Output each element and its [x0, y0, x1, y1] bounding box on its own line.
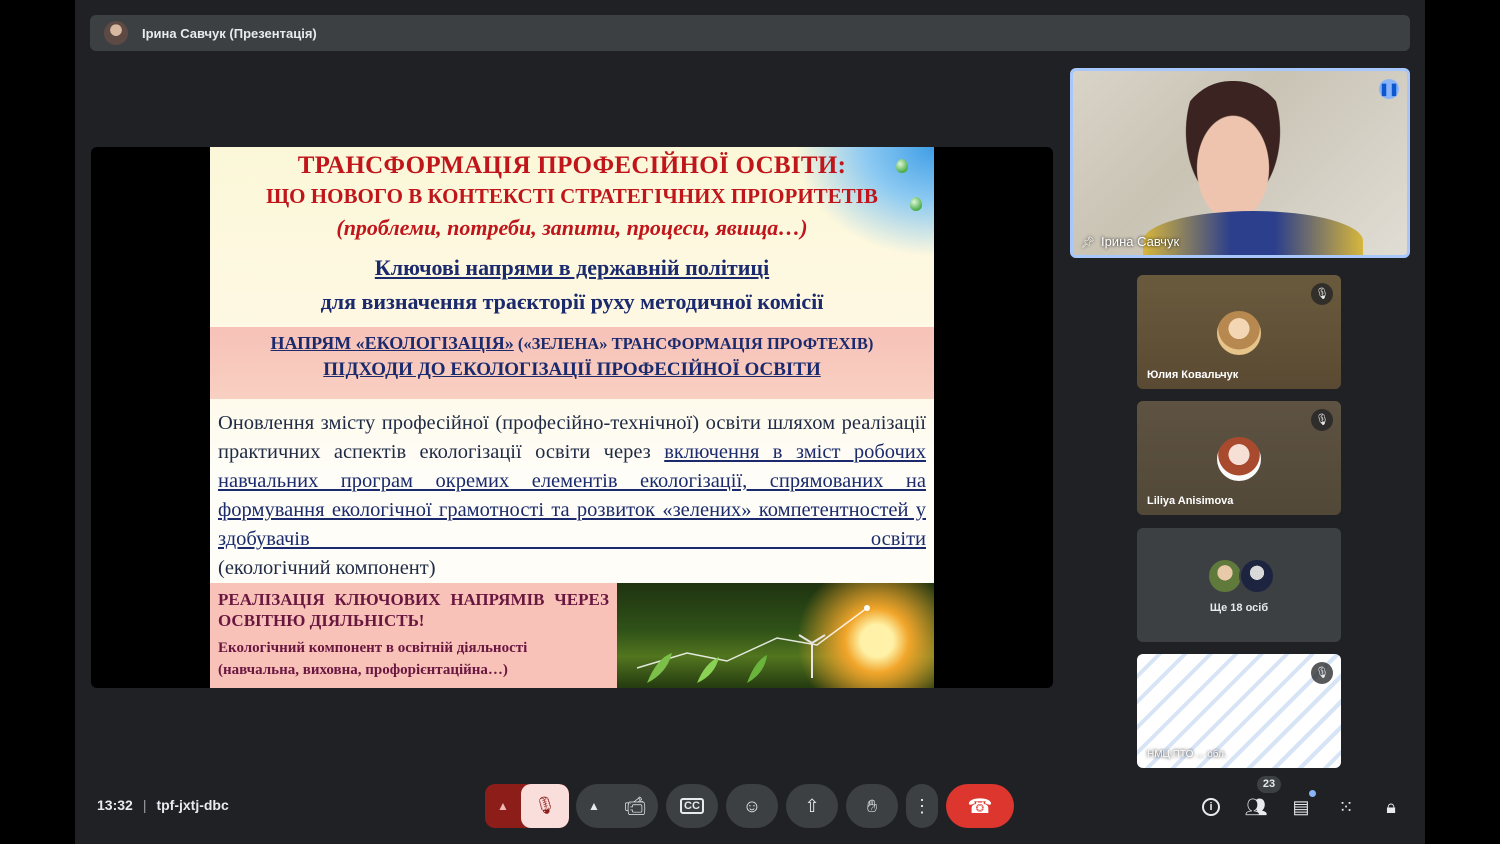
meeting-details-button[interactable]: i [1197, 793, 1225, 821]
slide-bottom-title: РЕАЛІЗАЦІЯ КЛЮЧОВИХ НАПРЯМІВ ЧЕРЕЗ ОСВІТ… [218, 590, 609, 630]
raise-hand-icon: ✋︎ [866, 795, 878, 816]
slide-body-tail: (екологічний компонент) [218, 557, 436, 579]
slide-band-line2: ПІДХОДИ ДО ЕКОЛОГІЗАЦІЇ ПРОФЕСІЙНОЇ ОСВІ… [323, 359, 821, 380]
camera-control: ▲ 📹︎ [576, 784, 658, 828]
participant-name: Юлия Ковальчук [1147, 369, 1239, 381]
leave-call-button[interactable]: ☎︎ [946, 784, 1014, 828]
raise-hand-button[interactable]: ✋︎ [846, 784, 898, 828]
people-button[interactable]: 👥︎ [1242, 793, 1270, 821]
audio-settings-chevron-icon[interactable]: ▲ [485, 784, 521, 828]
more-participants-avatars [1207, 558, 1277, 594]
participant-avatar [1217, 437, 1261, 481]
slide-subtitle: ЩО НОВОГО В КОНТЕКСТІ СТРАТЕГІЧНИХ ПРІОР… [266, 184, 878, 208]
slide-growth-image [617, 583, 934, 688]
meeting-code: tpf-jxtj-dbc [156, 797, 229, 813]
chat-icon: ▤ [1292, 796, 1310, 817]
info-icon: i [1202, 798, 1220, 816]
host-controls-icon: 🔒︎ [1386, 796, 1396, 817]
camera-icon: 📹︎ [623, 795, 647, 816]
present-icon: ⇧ [804, 795, 820, 816]
active-speaker-tile[interactable]: ❚❚ 📌︎ Ірина Савчук [1070, 68, 1410, 258]
slide-subtitle-italic: (проблеми, потреби, запити, процеси, яви… [336, 215, 808, 240]
mic-off-icon: 🎙︎ [1311, 283, 1333, 305]
participant-tile[interactable]: 🎙︎ Юлия Ковальчук [1137, 275, 1341, 389]
activities-icon: ⁙ [1338, 796, 1354, 817]
participant-avatar [1239, 558, 1275, 594]
more-participants-tile[interactable]: Ще 18 осіб [1137, 528, 1341, 642]
meet-stage: Ірина Савчук (Презентація) ТРАНСФОРМАЦІЯ… [75, 0, 1425, 844]
participant-tile[interactable]: 🎙︎ НМЦ ПТО ... обл. [1137, 654, 1341, 768]
host-controls-button[interactable]: 🔒︎ [1377, 793, 1405, 821]
growth-chart-graphic [636, 605, 870, 683]
presenter-avatar [104, 21, 128, 45]
slide-bottom-subtitle: Екологічний компонент в освітній діяльно… [218, 640, 528, 678]
slide-bottom-box: РЕАЛІЗАЦІЯ КЛЮЧОВИХ НАПРЯМІВ ЧЕРЕЗ ОСВІТ… [210, 583, 617, 688]
speaker-name-text: Ірина Савчук [1100, 234, 1180, 249]
end-call-icon: ☎︎ [967, 795, 993, 818]
activities-button[interactable]: ⁙ [1332, 793, 1360, 821]
slide: ТРАНСФОРМАЦІЯ ПРОФЕСІЙНОЇ ОСВІТИ: ЩО НОВ… [210, 147, 934, 688]
participant-tile[interactable]: 🎙︎ Liliya Anisimova [1137, 401, 1341, 515]
slide-band-line1: НАПРЯМ «ЕКОЛОГІЗАЦІЯ» («ЗЕЛЕНА» ТРАНСФОР… [210, 333, 934, 354]
microphone-control: ▲ 🎙︎ [485, 784, 569, 828]
slide-heading-2: для визначення траєкторії руху методично… [320, 289, 824, 314]
presenter-bar-title: Ірина Савчук (Презентація) [142, 25, 317, 41]
camera-toggle-button[interactable]: 📹︎ [612, 784, 658, 828]
captions-button[interactable]: CC [666, 784, 718, 828]
participant-name: НМЦ ПТО ... обл. [1147, 749, 1227, 760]
separator: | [142, 797, 147, 813]
more-options-button[interactable]: ⋮ [906, 784, 938, 828]
emoji-icon: ☺ [742, 795, 762, 816]
more-participants-label: Ще 18 осіб [1209, 602, 1269, 614]
participant-avatar [1217, 311, 1261, 355]
mic-toggle-button[interactable]: 🎙︎ [521, 784, 569, 828]
participant-avatar [1207, 558, 1243, 594]
mic-off-icon: 🎙︎ [1311, 409, 1333, 431]
speaker-video [1173, 81, 1293, 226]
slide-heading: Ключові напрями в державній політиці [374, 255, 770, 280]
chat-button[interactable]: ▤ [1287, 793, 1315, 821]
slide-title: ТРАНСФОРМАЦІЯ ПРОФЕСІЙНОЇ ОСВІТИ: [297, 152, 847, 179]
slide-body: Оновлення змісту професійної (професійно… [218, 409, 926, 583]
captions-icon: CC [680, 798, 704, 814]
mic-off-icon: 🎙︎ [1311, 662, 1333, 684]
mic-off-icon: 🎙︎ [534, 796, 556, 815]
people-icon: 👥︎ [1244, 796, 1268, 817]
speaking-indicator-icon: ❚❚ [1379, 79, 1399, 99]
pin-icon: 📌︎ [1081, 237, 1095, 249]
presentation-area: ТРАНСФОРМАЦІЯ ПРОФЕСІЙНОЇ ОСВІТИ: ЩО НОВ… [91, 147, 1053, 688]
present-button[interactable]: ⇧ [786, 784, 838, 828]
participant-name: Liliya Anisimova [1147, 495, 1234, 507]
people-count-badge: 23 [1257, 776, 1281, 793]
meeting-time-code: 13:32 | tpf-jxtj-dbc [97, 797, 229, 813]
meeting-time: 13:32 [97, 797, 133, 813]
video-settings-chevron-icon[interactable]: ▲ [576, 784, 612, 828]
presenter-bar[interactable]: Ірина Савчук (Презентація) [90, 15, 1410, 51]
chat-notification-dot [1309, 790, 1316, 797]
speaker-name: 📌︎ Ірина Савчук [1081, 234, 1179, 249]
more-options-icon: ⋮ [913, 795, 931, 816]
reactions-button[interactable]: ☺ [726, 784, 778, 828]
slide-band-direction: НАПРЯМ «ЕКОЛОГІЗАЦІЯ» [270, 333, 514, 353]
slide-band-note: («ЗЕЛЕНА» ТРАНСФОРМАЦІЯ ПРОФТЕХІВ) [513, 334, 874, 353]
